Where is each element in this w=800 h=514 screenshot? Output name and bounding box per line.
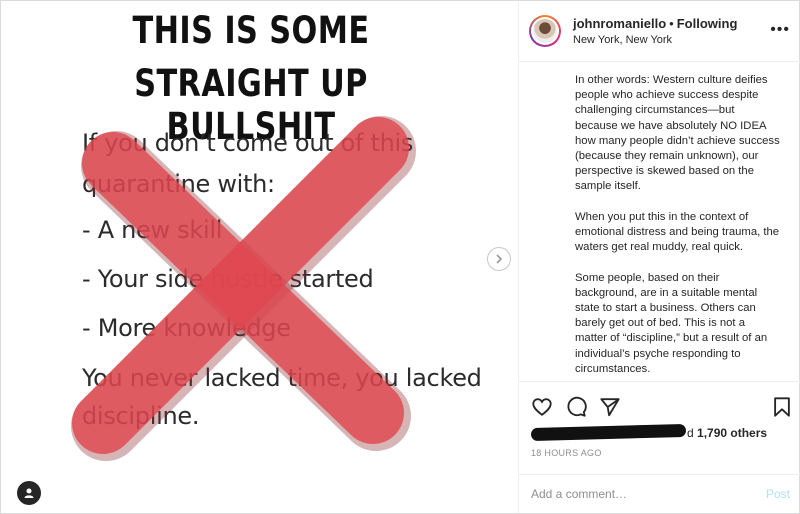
- likes-prefix-fragment: d: [687, 426, 698, 440]
- post-caption: In other words: Western culture deifies …: [575, 73, 780, 392]
- likes-others-count[interactable]: 1,790 others: [697, 426, 767, 440]
- post-comment-button[interactable]: Post: [766, 487, 790, 501]
- separator-dot: •: [669, 16, 674, 31]
- post-timestamp[interactable]: 18 HOURS AGO: [531, 448, 602, 458]
- profile-photo: [533, 19, 557, 43]
- quote-line: discipline.: [82, 402, 200, 430]
- chevron-right-icon: [496, 254, 503, 264]
- post-actions: d 1,790 others 18 HOURS AGO Post: [519, 381, 800, 513]
- username-link[interactable]: johnromaniello: [573, 16, 666, 31]
- next-image-button[interactable]: [487, 247, 511, 271]
- post-sidebar: johnromaniello • Following New York, New Y…: [518, 1, 800, 513]
- avatar[interactable]: [529, 15, 561, 47]
- share-paper-plane-icon[interactable]: [599, 396, 621, 418]
- following-button[interactable]: Following: [677, 16, 738, 31]
- quote-line: - More knowledge: [82, 314, 291, 342]
- quote-line: - Your side hustle started: [82, 265, 374, 293]
- caption-paragraph: In other words: Western culture deifies …: [575, 74, 780, 193]
- tagged-users-button[interactable]: [17, 481, 41, 505]
- caption-paragraph: Some people, based on their background, …: [575, 271, 768, 375]
- user-tag-icon: [24, 488, 34, 498]
- redacted-liker-name: [530, 423, 687, 442]
- quote-line: You never lacked time, you lacked: [82, 364, 482, 392]
- likes-summary[interactable]: d 1,790 others: [530, 423, 791, 444]
- more-options-icon[interactable]: •••: [770, 21, 790, 39]
- save-bookmark-icon[interactable]: [771, 396, 793, 418]
- quote-line: quarantine with:: [82, 170, 275, 198]
- image-headline-line-1: THIS IS SOME: [132, 9, 370, 52]
- comment-bubble-icon[interactable]: [565, 396, 587, 418]
- likes-count-text: d 1,790 others: [687, 426, 767, 440]
- quote-line: If you don’t come out of this: [82, 129, 414, 157]
- location-link[interactable]: New York, New York: [573, 34, 672, 46]
- post-header: johnromaniello • Following New York, New Y…: [519, 1, 800, 62]
- comment-input[interactable]: [531, 487, 741, 501]
- caption-paragraph: When you put this in the context of emot…: [575, 210, 780, 254]
- quote-line: - A new skill: [82, 216, 223, 244]
- like-heart-icon[interactable]: [531, 396, 553, 418]
- post-media[interactable]: THIS IS SOME STRAIGHT UP BULLSHIT If you…: [1, 1, 518, 513]
- comment-composer: Post: [519, 474, 800, 514]
